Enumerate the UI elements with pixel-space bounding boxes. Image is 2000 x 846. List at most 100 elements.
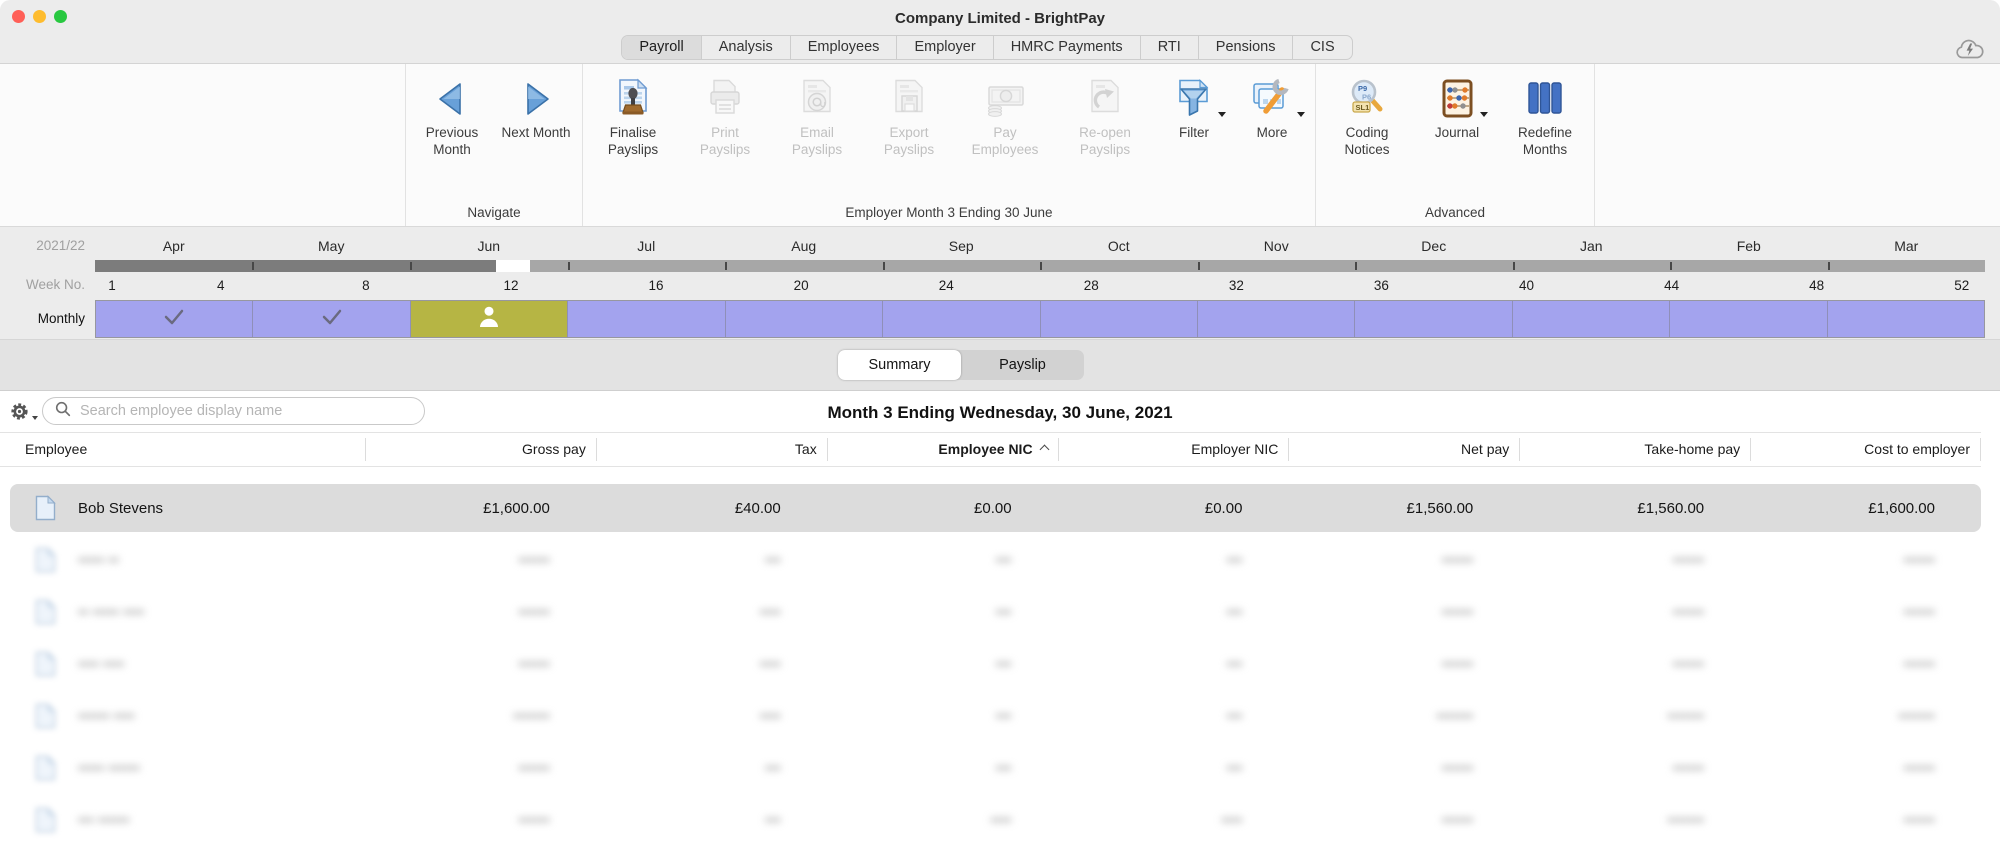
period-cell-oct-future[interactable] [1040, 301, 1198, 337]
period-cell-feb-future[interactable] [1670, 301, 1828, 337]
week-number-4: 4 [217, 278, 225, 293]
toolbar-group-employer-month-3-ending-30-june: Finalise Payslips Print Payslips Email Pay… [582, 64, 1315, 226]
column-header-employer-nic[interactable]: Employer NIC [1057, 438, 1289, 461]
check-icon [162, 307, 186, 332]
tab-pensions[interactable]: Pensions [1199, 36, 1294, 59]
value-employee-nic: •••• [990, 811, 1012, 829]
column-header-cost-to-employer[interactable]: Cost to employer [1750, 438, 1981, 461]
toolbar-button-label: Export Payslips [883, 125, 935, 157]
progress-elapsed [95, 260, 496, 272]
payroll-content: Month 3 Ending Wednesday, 30 June, 2021 … [0, 391, 2000, 846]
value-cost-to-employer: •••••• [1903, 551, 1935, 569]
value-gross-pay: •••••• [518, 655, 550, 673]
previous-month-button[interactable]: Previous Month [410, 74, 494, 159]
period-cell-sep-future[interactable] [883, 301, 1041, 337]
period-cell-may-finalised[interactable] [253, 301, 411, 337]
column-header-employee[interactable]: Employee [0, 438, 365, 461]
table-options-button[interactable] [10, 402, 38, 426]
employee-name-cell: •••••• •••• [10, 703, 365, 729]
ribbon-toolbar: Previous Month Next Month Navigate Finalise… [0, 64, 2000, 227]
toggle-payslip[interactable]: Payslip [961, 350, 1084, 380]
period-cell-jan-future[interactable] [1512, 301, 1671, 337]
filter-button[interactable]: Filter [1155, 74, 1233, 142]
tab-payroll[interactable]: Payroll [622, 36, 702, 59]
tab-employees[interactable]: Employees [791, 36, 898, 59]
employee-name: ••••• •• [78, 551, 119, 569]
column-header-gross-pay[interactable]: Gross pay [365, 438, 596, 461]
week-number-40: 40 [1519, 278, 1535, 293]
period-cell-mar-future[interactable] [1827, 301, 1985, 337]
gear-icon [10, 402, 29, 426]
tab-rti[interactable]: RTI [1141, 36, 1199, 59]
table-controls: Month 3 Ending Wednesday, 30 June, 2021 [0, 391, 2000, 432]
period-cell-aug-future[interactable] [725, 301, 884, 337]
coding-notices-icon: P9 P6 SL1 [1346, 76, 1388, 122]
employee-row-bob-stevens[interactable]: Bob Stevens £1,600.00 £40.00 £0.00 £0.00 £1,5… [10, 484, 1981, 532]
value-take-home-pay: ••••••• [1667, 707, 1705, 725]
cloud-sync-icon[interactable] [1954, 36, 1986, 68]
toolbar-button-label: Pay Employees [971, 125, 1039, 157]
month-boundary-tick [409, 262, 412, 270]
tab-employer[interactable]: Employer [897, 36, 994, 59]
employee-row[interactable]: •• ••••• •••• •••••• •••• ••• ••• •••••• •••••… [10, 588, 1981, 636]
employee-name: ••••• •••••• [78, 759, 140, 777]
value-cost-to-employer: £1,600.00 [1868, 499, 1935, 517]
window-title: Company Limited - BrightPay [894, 10, 1106, 27]
employee-name: ••• •••••• [78, 811, 130, 829]
employee-row[interactable]: •••• •••• •••••• •••• ••• ••• •••••• •••••• •••… [10, 640, 1981, 688]
period-cell-nov-future[interactable] [1197, 301, 1356, 337]
search-input[interactable] [80, 403, 412, 419]
more-button[interactable]: More [1233, 74, 1311, 142]
month-label-apr: Apr [162, 238, 185, 254]
value-employee-nic: ••• [995, 603, 1012, 621]
column-header-label: Net pay [1461, 441, 1510, 457]
period-cell-apr-finalised[interactable] [96, 301, 254, 337]
toolbar-group-navigate: Previous Month Next Month Navigate [405, 64, 582, 226]
employee-row[interactable]: ••••• ••••••••••••••••••••••••••••••••••… [10, 744, 1981, 792]
svg-text:SL1: SL1 [1356, 103, 1370, 112]
column-header-label: Employee [25, 441, 88, 457]
column-header-tax[interactable]: Tax [595, 438, 827, 461]
week-number-8: 8 [362, 278, 370, 293]
column-header-label: Employee NIC [938, 441, 1033, 457]
minimize-button[interactable] [33, 10, 46, 23]
monthly-period-cells [95, 300, 1985, 338]
column-header-take-home-pay[interactable]: Take-home pay [1519, 438, 1750, 461]
employee-row[interactable]: •••••• •••• ••••••• •••• ••• ••• ••••••• •••••… [10, 692, 1981, 740]
close-button[interactable] [12, 10, 25, 23]
period-cell-jul-future[interactable] [568, 301, 726, 337]
employee-row[interactable]: ••••• ••••••••••••••••••••••••••••••••••… [10, 536, 1981, 584]
next-month-button[interactable]: Next Month [494, 74, 578, 142]
employee-name: •••• •••• [78, 655, 125, 673]
toggle-summary[interactable]: Summary [838, 350, 961, 380]
value-take-home-pay: •••••• [1672, 603, 1705, 621]
month-boundary-tick [1040, 262, 1042, 270]
table-header: Employee Gross pay Tax Employee NIC Employer… [0, 432, 1981, 467]
month-label-feb: Feb [1736, 238, 1761, 254]
redefine-months-button[interactable]: Redefine Months [1500, 74, 1590, 159]
value-net-pay: ••••••• [1436, 707, 1474, 725]
search-icon [55, 401, 71, 422]
value-net-pay: £1,560.00 [1406, 499, 1474, 517]
journal-button[interactable]: Journal [1414, 74, 1500, 142]
tab-cis[interactable]: CIS [1293, 36, 1351, 59]
coding-notices-button[interactable]: P9 P6 SL1 Coding Notices [1320, 74, 1414, 159]
value-take-home-pay: ••••••• [1667, 811, 1705, 829]
month-boundary-tick [1827, 262, 1830, 270]
payslip-document-icon [35, 755, 56, 781]
value-tax: •••• [759, 603, 781, 621]
toolbar-button-label: Email Payslips [791, 125, 843, 157]
period-cell-dec-future[interactable] [1355, 301, 1513, 337]
value-cost-to-employer: ••••••• [1898, 707, 1935, 725]
chevron-down-icon [1297, 112, 1305, 117]
employee-row[interactable]: ••• •••••• •••••• ••• •••• •••• •••••• •••••••… [10, 796, 1981, 844]
tab-analysis[interactable]: Analysis [702, 36, 791, 59]
column-header-employee-nic[interactable]: Employee NIC [826, 438, 1058, 461]
value-employer-nic: ••• [1226, 603, 1243, 621]
column-header-net-pay[interactable]: Net pay [1288, 438, 1519, 461]
toolbar-group-advanced: P9 P6 SL1 Coding Notices Journal Redefine Mon… [1315, 64, 1595, 226]
zoom-button[interactable] [54, 10, 67, 23]
tab-hmrc-payments[interactable]: HMRC Payments [994, 36, 1141, 59]
period-cell-jun-current[interactable] [410, 301, 569, 337]
finalise-payslips-button[interactable]: Finalise Payslips [587, 74, 679, 159]
